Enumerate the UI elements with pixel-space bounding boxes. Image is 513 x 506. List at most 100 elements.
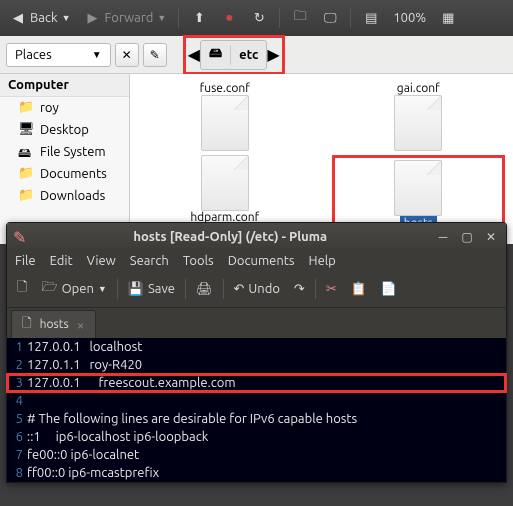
sidebar-item-downloads[interactable]: 📁Downloads — [0, 185, 129, 207]
desktop-icon: 🖥 — [18, 122, 34, 138]
print-button[interactable]: 🖨 — [192, 279, 217, 300]
paste-icon: 📄 — [381, 282, 397, 297]
list-icon: ▤ — [363, 10, 379, 26]
menu-documents[interactable]: Documents — [228, 254, 295, 268]
stop-button[interactable]: ⏺ — [215, 6, 243, 30]
new-icon: 🗋 — [17, 278, 27, 300]
sidebar-item-filesystem[interactable]: 🖴File System — [0, 141, 129, 163]
breadcrumb-label: etc — [239, 48, 258, 62]
sidebar-item-desktop[interactable]: 🖥 Desktop — [0, 119, 129, 141]
copy-icon: 📋 — [351, 282, 367, 297]
list-view-button[interactable]: ▤ — [357, 6, 385, 30]
cut-icon: ✂ — [326, 282, 337, 297]
code-text: fe00::0 ip6-localnet — [27, 446, 139, 464]
close-button[interactable]: ✕ — [482, 228, 500, 246]
code-text: ::1 ip6-localhost ip6-loopback — [27, 428, 208, 446]
code-text: 127.0.0.1 freescout.example.com — [27, 374, 236, 392]
line-number: 8 — [7, 464, 27, 482]
cut-button[interactable]: ✂ — [322, 279, 341, 300]
menu-file[interactable]: File — [15, 254, 36, 268]
file-icon — [394, 95, 442, 151]
sidebar-item-roy[interactable]: 📁roy — [0, 97, 129, 119]
tab-hosts[interactable]: 🗋 hosts × — [11, 310, 96, 338]
titlebar[interactable]: ✎ hosts [Read-Only] (/etc) - Pluma ─ ▢ ✕ — [7, 223, 506, 251]
stop-icon: ⏺ — [221, 10, 237, 26]
edit-path-button[interactable]: ✎ — [143, 43, 167, 67]
sidebar-item-label: roy — [40, 101, 59, 115]
back-button[interactable]: ◀ Back ▼ — [4, 6, 76, 30]
code-text: 127.0.0.1 localhost — [27, 338, 142, 356]
computer-button[interactable]: 🖵 — [316, 6, 344, 30]
code-area[interactable]: 1127.0.0.1 localhost 2127.0.1.1 roy-R420… — [7, 338, 506, 482]
sidebar-item-label: Desktop — [40, 123, 89, 137]
file-label: gai.conf — [397, 82, 440, 95]
close-icon: ✕ — [122, 48, 132, 62]
open-icon: 🗁 — [41, 278, 57, 300]
files-pane[interactable]: fuse.conf gai.conf hdparm.conf hosts — [130, 74, 513, 244]
menu-view[interactable]: View — [87, 254, 116, 268]
close-places-button[interactable]: ✕ — [115, 43, 139, 67]
app-icon: ✎ — [13, 228, 26, 247]
redo-button[interactable]: ↷ — [290, 279, 309, 300]
menu-search[interactable]: Search — [130, 254, 169, 268]
main-toolbar: ◀ Back ▼ ▶ Forward ▼ ⬆ ⏺ ↻ 🗀 🖵 ▤ 100% ▦ — [0, 0, 513, 36]
tab-bar: 🗋 hosts × — [7, 308, 506, 338]
file-icon — [201, 95, 249, 151]
reload-icon: ↻ — [251, 10, 267, 26]
back-label: Back — [30, 11, 58, 25]
save-label: Save — [148, 282, 175, 296]
forward-button[interactable]: ▶ Forward ▼ — [78, 6, 172, 30]
undo-icon: ↶ — [234, 282, 245, 297]
tab-close-icon[interactable]: × — [77, 317, 85, 333]
folder-icon: 📁 — [18, 166, 34, 182]
menu-help[interactable]: Help — [309, 254, 336, 268]
line-number: 2 — [7, 356, 27, 374]
line-number: 5 — [7, 410, 27, 428]
file-icon — [201, 155, 249, 211]
chevron-down-icon: ▼ — [98, 284, 107, 294]
arrow-left-icon: ◀ — [10, 10, 26, 26]
breadcrumb-next[interactable]: ▶ — [267, 45, 279, 64]
file-item[interactable]: fuse.conf — [138, 82, 312, 151]
grid-icon: ▦ — [440, 10, 456, 26]
forward-label: Forward — [104, 11, 153, 25]
save-button[interactable]: 💾 Save — [124, 279, 179, 300]
code-text: ff00::0 ip6-mcastprefix — [27, 464, 159, 482]
sidebar-item-documents[interactable]: 📁Documents — [0, 163, 129, 185]
line-number: 3 — [7, 374, 27, 392]
breadcrumb-root[interactable]: 🖴 — [201, 41, 230, 69]
redo-icon: ↷ — [294, 282, 305, 297]
places-combo[interactable]: Places ▼ — [6, 43, 111, 67]
maximize-button[interactable]: ▢ — [458, 228, 476, 246]
breadcrumb: 🖴 etc — [200, 40, 267, 70]
window-title: hosts [Read-Only] (/etc) - Pluma — [32, 230, 428, 244]
menu-edit[interactable]: Edit — [50, 254, 73, 268]
code-text: # The following lines are desirable for … — [27, 410, 357, 428]
up-button[interactable]: ⬆ — [185, 6, 213, 30]
breadcrumb-etc[interactable]: etc — [230, 45, 266, 65]
file-label: fuse.conf — [200, 82, 250, 95]
places-label: Places — [15, 48, 52, 62]
copy-button[interactable]: 📋 — [347, 279, 371, 300]
reload-button[interactable]: ↻ — [245, 6, 273, 30]
menu-tools[interactable]: Tools — [183, 254, 214, 268]
minimize-button[interactable]: ─ — [434, 228, 452, 246]
open-button[interactable]: 🗁Open▼ — [37, 275, 110, 303]
paste-button[interactable]: 📄 — [377, 279, 401, 300]
chevron-down-icon: ▼ — [92, 49, 102, 61]
file-item[interactable]: gai.conf — [332, 82, 506, 151]
sidebar-item-label: Downloads — [40, 189, 105, 203]
menubar: File Edit View Search Tools Documents He… — [7, 251, 506, 271]
editor-toolbar: 🗋 🗁Open▼ 💾 Save 🖨 ↶Undo ↷ ✂ 📋 📄 — [7, 271, 506, 308]
zoom-in-button[interactable]: ▦ — [434, 6, 462, 30]
save-icon: 💾 — [128, 282, 144, 297]
file-icon — [394, 160, 442, 216]
computer-icon: 🖵 — [322, 10, 338, 26]
drive-icon: 🖴 — [18, 144, 34, 160]
home-button[interactable]: 🗀 — [286, 6, 314, 30]
drive-icon: 🖴 — [209, 44, 222, 66]
breadcrumb-prev[interactable]: ◀ — [188, 45, 200, 64]
undo-button[interactable]: ↶Undo — [230, 279, 284, 300]
new-button[interactable]: 🗋 — [13, 275, 31, 303]
breadcrumb-highlight: ◀ 🖴 etc ▶ — [183, 35, 285, 75]
